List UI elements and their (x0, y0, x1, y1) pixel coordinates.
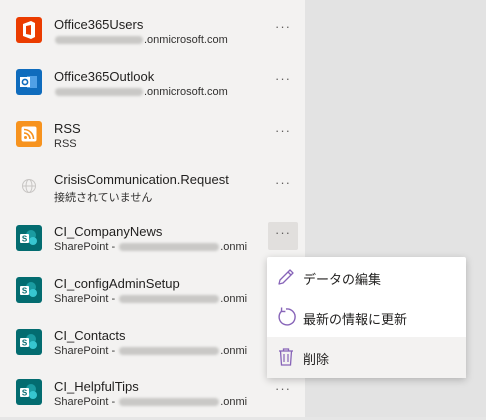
menu-item-delete[interactable]: 削除 (267, 337, 466, 378)
connection-title: RSS (54, 121, 81, 136)
connection-status: 接続されていません (54, 192, 153, 204)
redacted-account (119, 295, 220, 304)
connection-item[interactable]: S CI_configAdminSetup SharePoint - .onmi (0, 264, 305, 316)
outlook-icon (16, 69, 42, 95)
connection-subtitle: SharePoint - .onmi (54, 345, 248, 357)
connection-title: CrisisCommunication.Request (54, 172, 229, 187)
connection-subtitle: SharePoint - .onmi (54, 241, 248, 253)
svg-text:S: S (22, 339, 28, 348)
connection-item[interactable]: S CI_CompanyNews SharePoint - .onmi ··· (0, 212, 305, 264)
connection-item[interactable]: Office365Outlook .onmicrosoft.com ··· (0, 56, 305, 108)
menu-item-label: 削除 (303, 352, 330, 367)
connection-item[interactable]: CrisisCommunication.Request 接続されていません ··… (0, 160, 305, 212)
pencil-icon (278, 269, 294, 285)
more-options-button[interactable]: ··· (268, 222, 298, 250)
trash-icon (279, 348, 293, 366)
connection-item[interactable]: S CI_HelpfulTips SharePoint - .onmi ··· (0, 368, 305, 420)
menu-item-edit-data[interactable]: データの編集 (267, 257, 466, 297)
connection-subtitle: .onmicrosoft.com (54, 86, 228, 98)
connection-title: CI_CompanyNews (54, 224, 163, 239)
redacted-account (55, 36, 143, 45)
office-icon (16, 17, 42, 43)
connection-title: Office365Outlook (54, 69, 155, 84)
more-options-button[interactable]: ··· (268, 378, 298, 406)
connection-item[interactable]: S CI_Contacts SharePoint - .onmi (0, 316, 305, 368)
globe-icon (16, 173, 42, 199)
menu-item-label: 最新の情報に更新 (303, 312, 408, 327)
svg-text:S: S (22, 287, 28, 296)
more-options-button[interactable]: ··· (268, 172, 298, 200)
connection-subtitle: SharePoint - .onmi (54, 293, 248, 305)
rss-icon (16, 121, 42, 147)
context-menu: データの編集 最新の情報に更新 削除 (267, 257, 466, 378)
redacted-account (119, 243, 220, 252)
svg-text:S: S (22, 389, 28, 398)
redacted-account (55, 88, 143, 97)
redacted-account (119, 347, 220, 356)
connection-subtitle: SharePoint - .onmi (54, 396, 248, 408)
sharepoint-icon: S (16, 329, 42, 355)
more-options-button[interactable]: ··· (268, 16, 298, 44)
redacted-account (119, 398, 220, 407)
refresh-icon (278, 307, 296, 326)
svg-text:S: S (22, 235, 28, 244)
connection-title: CI_Contacts (54, 328, 126, 343)
connection-title: CI_HelpfulTips (54, 379, 139, 394)
more-options-button[interactable]: ··· (268, 68, 298, 96)
connection-subtitle: .onmicrosoft.com (54, 34, 228, 46)
connections-panel: Office365Users .onmicrosoft.com ··· Offi… (0, 0, 305, 417)
menu-item-label: データの編集 (303, 272, 382, 287)
connection-title: CI_configAdminSetup (54, 276, 180, 291)
more-options-button[interactable]: ··· (268, 120, 298, 148)
sharepoint-icon: S (16, 277, 42, 303)
connection-item[interactable]: RSS RSS ··· (0, 108, 305, 160)
sharepoint-icon: S (16, 225, 42, 251)
connection-subtitle: RSS (54, 138, 77, 150)
menu-item-refresh[interactable]: 最新の情報に更新 (267, 297, 466, 337)
connection-title: Office365Users (54, 17, 144, 32)
connection-item[interactable]: Office365Users .onmicrosoft.com ··· (0, 4, 305, 56)
sharepoint-icon: S (16, 379, 42, 405)
